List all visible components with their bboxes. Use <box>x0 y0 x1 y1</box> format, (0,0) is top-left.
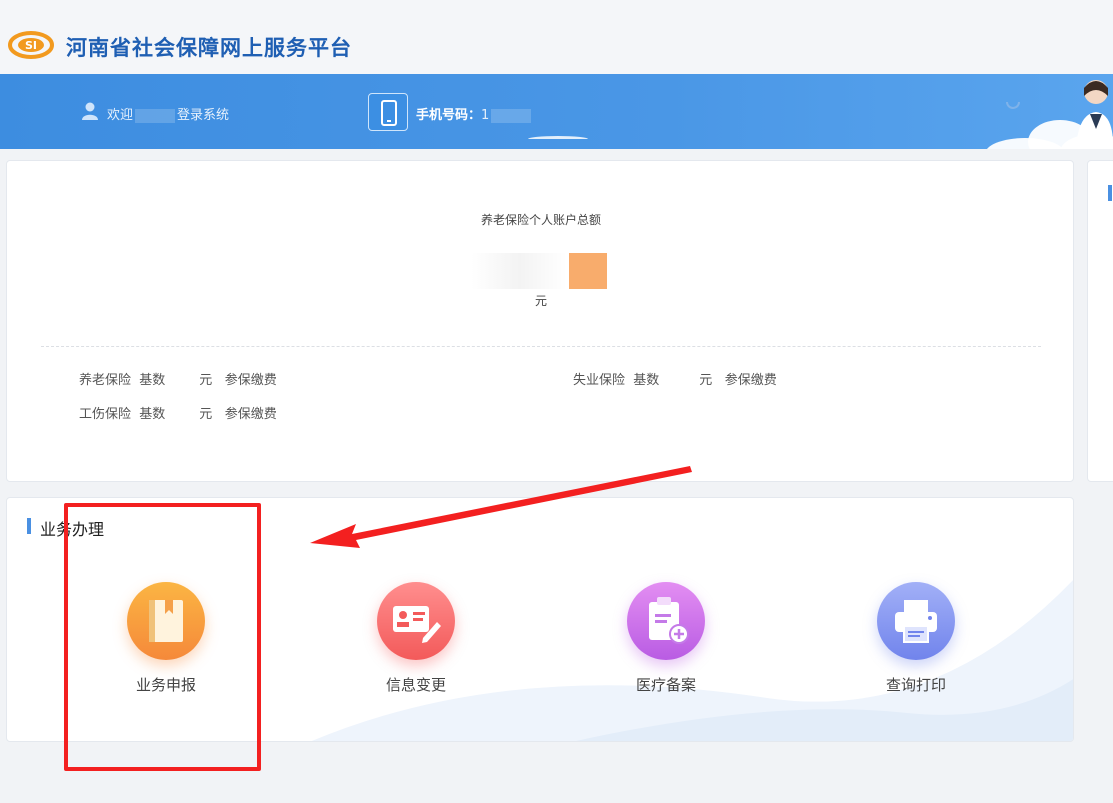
svg-text:SI: SI <box>25 39 37 52</box>
clipboard-plus-icon[interactable] <box>627 582 705 660</box>
phone-number: 手机号码：1 <box>416 104 532 123</box>
si-logo-icon: SI <box>8 31 54 59</box>
side-panel-card <box>1087 160 1113 482</box>
insurance-row-pension: 养老保险 基数元 参保缴费 <box>79 373 277 388</box>
user-icon <box>82 102 98 120</box>
user-info-bar: 欢迎 登录系统 手机号码：1 <box>0 74 1113 149</box>
service-label: 信息变更 <box>385 676 446 694</box>
pay-link[interactable]: 参保缴费 <box>225 373 277 388</box>
section-marker <box>27 518 31 534</box>
top-header: SI 河南省社会保障网上服务平台 <box>0 0 1113 74</box>
service-label: 医疗备案 <box>635 676 696 694</box>
account-total-unit: 元 <box>534 294 547 308</box>
welcome-text: 欢迎 登录系统 <box>107 108 230 123</box>
decorative-wave <box>528 136 588 142</box>
annotation-highlight-box <box>64 503 261 771</box>
service-query-print[interactable]: 查询打印 <box>846 582 986 695</box>
pension-account-card: 养老保险个人账户总额 元 养老保险 基数元 参保缴费 失业保险 基数元 参保缴费… <box>6 160 1074 482</box>
pay-link[interactable]: 参保缴费 <box>725 373 777 388</box>
insurance-row-injury: 工伤保险 基数元 参保缴费 <box>79 407 277 422</box>
service-agent-avatar <box>1076 80 1113 149</box>
mobile-phone-icon <box>381 100 397 126</box>
divider <box>41 346 1041 347</box>
username-masked <box>135 108 176 123</box>
phone-icon-box <box>368 93 408 131</box>
insurance-row-unemployment: 失业保险 基数元 参保缴费 <box>573 373 777 388</box>
account-total-title: 养老保险个人账户总额 <box>480 213 601 227</box>
pay-link[interactable]: 参保缴费 <box>225 407 277 422</box>
section-marker <box>1108 185 1112 201</box>
site-title: 河南省社会保障网上服务平台 <box>66 36 352 60</box>
id-card-edit-icon[interactable] <box>377 582 455 660</box>
printer-icon[interactable] <box>877 582 955 660</box>
service-label: 查询打印 <box>885 676 946 694</box>
service-medical-filing[interactable]: 医疗备案 <box>596 582 736 695</box>
service-info-change[interactable]: 信息变更 <box>346 582 486 695</box>
account-total-amount-masked <box>471 253 607 289</box>
